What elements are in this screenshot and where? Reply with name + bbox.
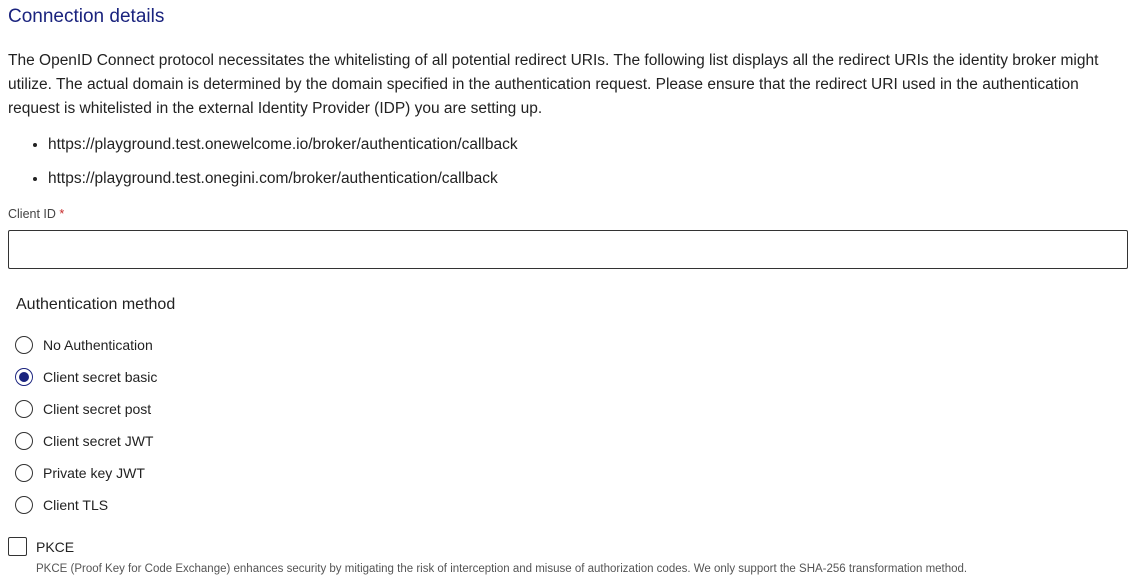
required-marker: *	[59, 207, 65, 221]
radio-client-secret-jwt[interactable]: Client secret JWT	[15, 430, 153, 452]
radio-label: No Authentication	[43, 337, 153, 353]
section-description: The OpenID Connect protocol necessitates…	[8, 52, 1099, 117]
pkce-option[interactable]: PKCE	[8, 537, 74, 556]
radio-dot	[19, 372, 29, 382]
radio-client-secret-basic[interactable]: Client secret basic	[15, 366, 157, 388]
radio-button[interactable]	[15, 400, 33, 418]
radio-client-tls[interactable]: Client TLS	[15, 494, 108, 516]
auth-method-label: Authentication method	[16, 296, 176, 313]
redirect-uri-item: https://playground.test.onegini.com/brok…	[48, 168, 518, 202]
radio-label: Client secret post	[43, 401, 152, 417]
radio-button[interactable]	[15, 496, 33, 514]
radio-label: Client secret JWT	[43, 433, 154, 449]
radio-label: Client TLS	[43, 497, 109, 513]
redirect-uri-item: https://playground.test.onewelcome.io/br…	[48, 134, 518, 168]
radio-client-secret-post[interactable]: Client secret post	[15, 398, 151, 420]
radio-button-selected[interactable]	[15, 368, 33, 386]
client-id-label: Client ID *	[8, 207, 64, 221]
radio-button[interactable]	[15, 432, 33, 450]
radio-no-authentication[interactable]: No Authentication	[15, 334, 153, 356]
redirect-uri-list: https://playground.test.onewelcome.io/br…	[28, 134, 518, 202]
radio-button[interactable]	[15, 464, 33, 482]
radio-label: Private key JWT	[43, 465, 145, 481]
pkce-help-text: PKCE (Proof Key for Code Exchange) enhan…	[36, 563, 968, 575]
client-id-label-text: Client ID	[8, 207, 56, 221]
pkce-label: PKCE	[36, 538, 75, 555]
pkce-checkbox[interactable]	[8, 537, 27, 556]
radio-label: Client secret basic	[43, 369, 158, 385]
radio-private-key-jwt[interactable]: Private key JWT	[15, 462, 145, 484]
section-title: Connection details	[8, 6, 165, 27]
client-id-input[interactable]	[8, 230, 1128, 269]
radio-button[interactable]	[15, 336, 33, 354]
